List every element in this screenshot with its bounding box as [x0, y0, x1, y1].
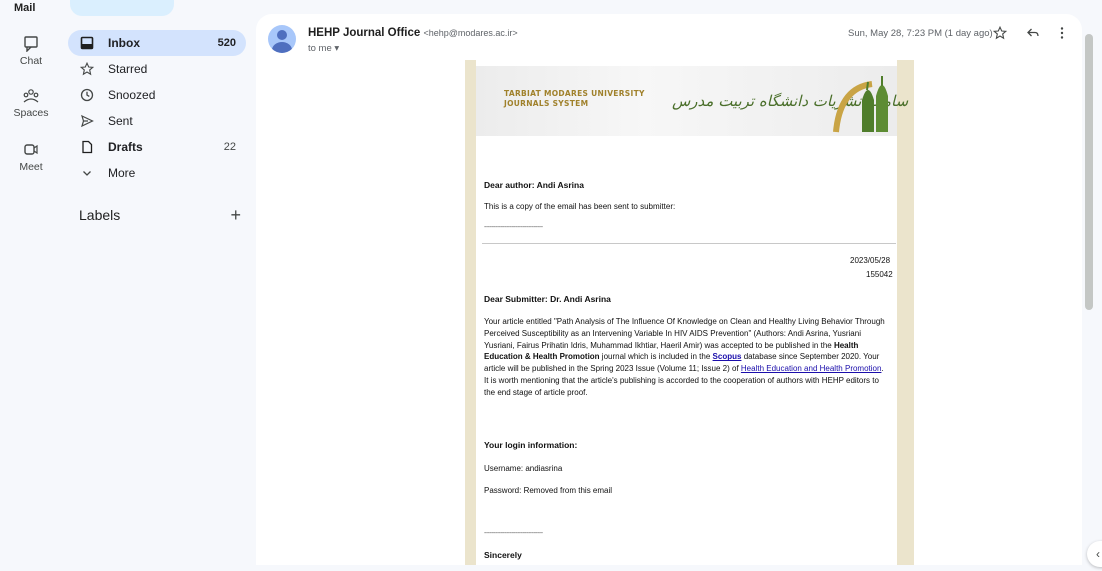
rail-item-label: Spaces [13, 107, 49, 119]
password-line: Password: Removed from this email [484, 486, 613, 495]
chevron-down-icon [83, 171, 91, 176]
divider [482, 243, 896, 244]
rail-item-label: Chat [19, 55, 43, 67]
scrollbar-thumb[interactable] [1085, 34, 1093, 310]
email-date: 2023/05/28 [850, 256, 891, 265]
reply-icon[interactable] [1026, 26, 1040, 40]
inbox-icon [80, 36, 94, 50]
nav-item-snoozed[interactable]: Snoozed [68, 82, 246, 108]
dear-submitter-line: Dear Submitter: Dr. Andi Asrina [484, 294, 611, 304]
nav-item-label: Sent [108, 114, 133, 128]
labels-header: Labels + [79, 205, 241, 225]
university-logo-icon [833, 76, 888, 133]
rail-item-chat[interactable]: Chat [0, 36, 62, 67]
sender-address: <hehp@modares.ac.ir> [423, 28, 518, 38]
separator-dashes: -------------------------------- [484, 224, 543, 231]
mail-nav: Inbox 520 Starred Snoozed Sent Drafts 22… [68, 30, 246, 186]
banner-english-title: TARBIAT MODARES UNIVERSITY JOURNALS SYST… [504, 89, 645, 108]
chat-icon [24, 36, 38, 52]
sender-name[interactable]: HEHP Journal Office [308, 27, 420, 39]
compose-button[interactable] [70, 0, 174, 16]
sender-line: HEHP Journal Office <hehp@modares.ac.ir> [308, 27, 518, 39]
rail-mail-label[interactable]: Mail [14, 2, 35, 14]
acceptance-paragraph: Your article entitled "Path Analysis of … [484, 317, 885, 397]
nav-item-inbox[interactable]: Inbox 520 [68, 30, 246, 56]
chevron-left-icon: ‹ [1096, 547, 1100, 561]
rail-item-spaces[interactable]: Spaces [0, 88, 62, 119]
recipients-toggle[interactable]: to me ▾ [308, 43, 339, 54]
spaces-icon [23, 89, 39, 103]
nav-item-starred[interactable]: Starred [68, 56, 246, 82]
nav-item-label: Drafts [108, 140, 143, 154]
clock-icon [80, 88, 94, 102]
star-icon [80, 62, 94, 76]
video-camera-icon [24, 144, 38, 155]
dear-author-line: Dear author: Andi Asrina [484, 180, 584, 190]
app-rail: Mail Chat Spaces Meet [0, 0, 62, 571]
rail-item-meet[interactable]: Meet [0, 142, 62, 173]
reference-number: 155042 [866, 270, 893, 279]
sincerely-line: Sincerely [484, 550, 522, 560]
nav-item-label: More [108, 166, 136, 180]
more-vert-icon[interactable] [1055, 26, 1069, 40]
nav-item-label: Starred [108, 62, 148, 76]
copy-note: This is a copy of the email has been sen… [484, 202, 676, 211]
nav-item-drafts[interactable]: Drafts 22 [68, 134, 246, 160]
star-icon[interactable] [993, 26, 1007, 40]
nav-item-label: Snoozed [108, 88, 156, 102]
login-info-title: Your login information: [484, 440, 578, 450]
nav-item-more[interactable]: More [68, 160, 246, 186]
labels-title: Labels [79, 207, 121, 223]
rail-item-label: Meet [19, 161, 43, 173]
journal-banner: TARBIAT MODARES UNIVERSITY JOURNALS SYST… [476, 66, 908, 136]
scopus-link[interactable]: Scopus [713, 352, 742, 361]
inbox-count: 520 [217, 37, 236, 49]
journal-link[interactable]: Health Education and Health Promotion [741, 364, 882, 373]
add-label-button[interactable]: + [230, 206, 241, 224]
username-line: Username: andiasrina [484, 464, 563, 473]
message-date: Sun, May 28, 7:23 PM (1 day ago) [848, 28, 993, 39]
nav-item-label: Inbox [108, 36, 140, 50]
separator-dashes: -------------------------------- [484, 530, 543, 537]
drafts-count: 22 [223, 141, 236, 153]
sender-avatar[interactable] [268, 25, 296, 53]
nav-item-sent[interactable]: Sent [68, 108, 246, 134]
draft-file-icon [82, 140, 93, 154]
send-icon [81, 114, 94, 128]
